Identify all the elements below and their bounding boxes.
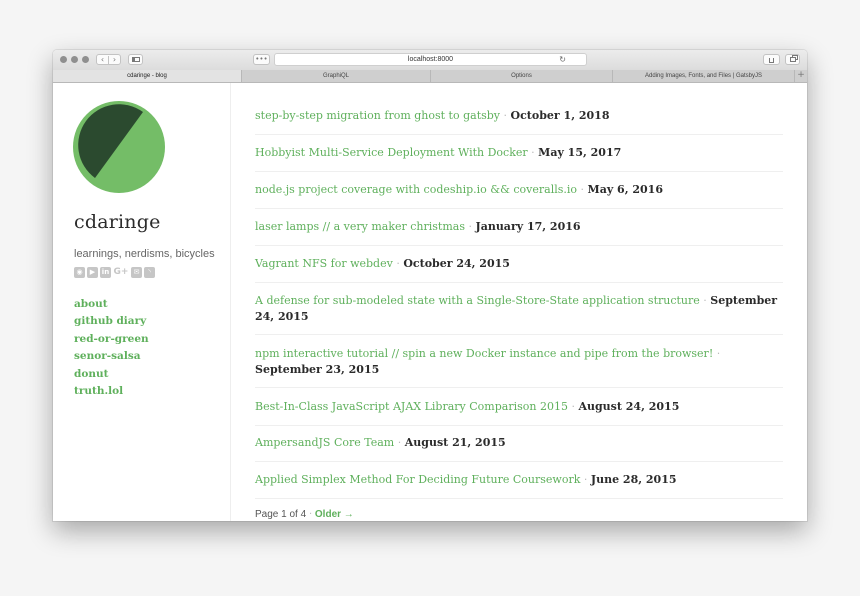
forward-icon[interactable]: › xyxy=(108,55,120,64)
post-date: August 24, 2015 xyxy=(578,400,680,413)
post-date: May 15, 2017 xyxy=(538,146,622,159)
post-title-link[interactable]: node.js project coverage with codeship.i… xyxy=(255,183,577,196)
post-separator: · xyxy=(703,294,707,307)
url-text: localhost:8000 xyxy=(407,56,454,63)
reload-icon[interactable]: ↻ xyxy=(559,55,566,64)
post-date: October 1, 2018 xyxy=(510,109,610,122)
post-item: Best-In-Class JavaScript AJAX Library Co… xyxy=(255,399,783,415)
sidebar-link-senor-salsa[interactable]: senor-salsa xyxy=(74,348,149,365)
tabs-icon xyxy=(789,57,796,62)
post-separator: · xyxy=(716,347,721,360)
linkedin-icon[interactable]: in xyxy=(100,267,111,278)
post-item: node.js project coverage with codeship.i… xyxy=(255,182,783,198)
share-icon xyxy=(769,58,774,63)
post-separator: · xyxy=(583,473,588,486)
post-date: September 23, 2015 xyxy=(255,363,380,376)
post-date: October 24, 2015 xyxy=(403,257,510,270)
post-title-link[interactable]: npm interactive tutorial // spin a new D… xyxy=(255,347,713,360)
address-bar[interactable]: localhost:8000 ↻ xyxy=(274,53,587,66)
back-forward-group: ‹ › xyxy=(96,54,121,65)
post-divider xyxy=(255,334,783,335)
post-separator: · xyxy=(503,109,508,122)
post-separator: · xyxy=(580,183,585,196)
post-divider xyxy=(255,171,783,172)
sidebar-link-truth-lol[interactable]: truth.lol xyxy=(74,383,149,400)
post-title-link[interactable]: Best-In-Class JavaScript AJAX Library Co… xyxy=(255,400,568,413)
sidebar-icon xyxy=(131,57,140,62)
tab-cdaringe-blog[interactable]: cdaringe - blog xyxy=(53,70,242,82)
post-divider xyxy=(255,425,783,426)
sidebar-toggle-button[interactable] xyxy=(128,54,143,65)
post-title-link[interactable]: Applied Simplex Method For Deciding Futu… xyxy=(255,473,580,486)
tab-gatsby-docs[interactable]: Adding Images, Fonts, and Files | Gatsby… xyxy=(613,70,795,82)
sidebar-link-red-or-green[interactable]: red-or-green xyxy=(74,331,149,348)
post-separator: · xyxy=(531,146,535,159)
post-title-link[interactable]: A defense for sub-modeled state with a S… xyxy=(255,294,700,307)
post-item: step-by-step migration from ghost to gat… xyxy=(255,108,783,124)
post-item: Hobbyist Multi-Service Deployment With D… xyxy=(255,145,783,161)
github-icon[interactable]: ◉ xyxy=(74,267,85,278)
post-date: May 6, 2016 xyxy=(587,183,663,196)
post-title-link[interactable]: Hobbyist Multi-Service Deployment With D… xyxy=(255,146,528,159)
site-title[interactable]: cdaringe xyxy=(74,211,161,233)
post-divider xyxy=(255,387,783,388)
share-button[interactable] xyxy=(763,54,780,65)
google-plus-icon[interactable]: G+ xyxy=(113,267,129,278)
sidebar-link-github-diary[interactable]: github diary xyxy=(74,313,149,330)
post-separator: · xyxy=(571,400,575,413)
sidebar-nav: about github diary red-or-green senor-sa… xyxy=(74,296,149,400)
email-icon[interactable]: ✉ xyxy=(131,267,142,278)
post-divider xyxy=(255,134,783,135)
back-icon[interactable]: ‹ xyxy=(97,55,108,64)
post-separator: · xyxy=(397,436,402,449)
post-item: A defense for sub-modeled state with a S… xyxy=(255,293,783,325)
new-tab-button[interactable]: + xyxy=(795,70,807,82)
browser-toolbar: ‹ › ••• localhost:8000 ↻ xyxy=(53,50,807,71)
close-window-button[interactable] xyxy=(60,56,67,63)
post-divider xyxy=(255,282,783,283)
tab-strip: cdaringe - blog GraphiQL Options Adding … xyxy=(53,70,807,83)
post-title-link[interactable]: Vagrant NFS for webdev xyxy=(255,257,393,270)
post-item: Applied Simplex Method For Deciding Futu… xyxy=(255,472,783,488)
post-title-link[interactable]: step-by-step migration from ghost to gat… xyxy=(255,109,500,122)
post-date: August 21, 2015 xyxy=(404,436,506,449)
browser-window: ‹ › ••• localhost:8000 ↻ cdaringe - blog… xyxy=(53,50,807,521)
tab-graphiql[interactable]: GraphiQL xyxy=(242,70,431,82)
post-divider xyxy=(255,461,783,462)
post-divider xyxy=(255,245,783,246)
tab-options[interactable]: Options xyxy=(431,70,613,82)
site-logo[interactable] xyxy=(73,101,165,193)
post-title-link[interactable]: laser lamps // a very maker christmas xyxy=(255,220,465,233)
zoom-window-button[interactable] xyxy=(82,56,89,63)
minimize-window-button[interactable] xyxy=(71,56,78,63)
post-item: AmpersandJS Core Team · August 21, 2015 xyxy=(255,435,783,451)
site-tagline: learnings, nerdisms, bicycles xyxy=(74,248,215,260)
blog-sidebar: cdaringe learnings, nerdisms, bicycles ◉… xyxy=(53,83,231,521)
pagination: Page 1 of 4 · Older → xyxy=(255,509,354,520)
social-links: ◉ ▶ in G+ ✉ ◝ xyxy=(74,267,155,278)
page-menu-button[interactable]: ••• xyxy=(253,54,270,65)
sidebar-link-about[interactable]: about xyxy=(74,296,149,313)
sidebar-link-donut[interactable]: donut xyxy=(74,366,149,383)
post-separator: · xyxy=(396,257,400,270)
post-separator: · xyxy=(468,220,472,233)
page-status: Page 1 of 4 xyxy=(255,509,307,520)
post-item: npm interactive tutorial // spin a new D… xyxy=(255,346,783,378)
post-divider xyxy=(255,208,783,209)
show-tabs-button[interactable] xyxy=(785,54,800,65)
post-date: January 17, 2016 xyxy=(475,220,581,233)
post-divider xyxy=(255,498,783,499)
post-title-link[interactable]: AmpersandJS Core Team xyxy=(255,436,394,449)
post-date: June 28, 2015 xyxy=(590,473,677,486)
youtube-icon[interactable]: ▶ xyxy=(87,267,98,278)
pager-separator: · xyxy=(308,509,313,520)
page-content: cdaringe learnings, nerdisms, bicycles ◉… xyxy=(53,83,807,521)
post-item: laser lamps // a very maker christmas · … xyxy=(255,219,783,235)
post-item: Vagrant NFS for webdev · October 24, 201… xyxy=(255,256,783,272)
older-posts-link[interactable]: Older → xyxy=(315,509,354,520)
rss-icon[interactable]: ◝ xyxy=(144,267,155,278)
